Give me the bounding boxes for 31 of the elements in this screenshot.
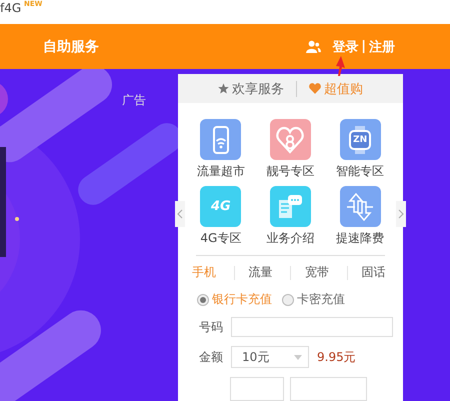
amount-select[interactable]: 10元	[231, 346, 309, 368]
service-icon[interactable]	[340, 186, 381, 227]
recharge-tab[interactable]: 宽带	[305, 264, 347, 281]
separator-text: |	[361, 39, 366, 54]
amount-label: 金额	[199, 348, 223, 366]
users-icon	[306, 40, 322, 53]
service-icon[interactable]	[200, 119, 242, 160]
captcha-image[interactable]	[290, 377, 367, 401]
service-icon[interactable]: ZN	[340, 119, 381, 160]
service-label[interactable]: 4G专区	[200, 230, 242, 247]
star-icon	[218, 83, 229, 94]
service-label[interactable]: 智能专区	[336, 163, 384, 180]
ad-label: 广告	[122, 92, 146, 109]
service-icon[interactable]	[270, 186, 311, 227]
code-input[interactable]	[230, 377, 284, 401]
service-label[interactable]: 提速降费	[336, 230, 384, 247]
panel-tab[interactable]: 欢享服务	[218, 80, 284, 98]
logo-text: f4G	[0, 1, 22, 15]
pay-method-radio[interactable]: 卡密充值	[282, 291, 345, 308]
service-label[interactable]: 业务介绍	[266, 230, 314, 247]
heart-icon	[309, 83, 321, 94]
service-label[interactable]: 靓号专区	[266, 163, 314, 180]
caret-icon	[294, 354, 302, 360]
phone-label: 号码	[199, 318, 223, 336]
price-text: 9.95元	[317, 348, 356, 366]
service-label[interactable]: 流量超市	[196, 163, 245, 180]
recharge-tab[interactable]: 固话	[362, 264, 404, 281]
annotation-arrow	[333, 56, 345, 76]
recharge-tab[interactable]: 流量	[248, 264, 290, 281]
service-icon[interactable]	[270, 119, 311, 160]
phone-input[interactable]	[231, 317, 393, 337]
